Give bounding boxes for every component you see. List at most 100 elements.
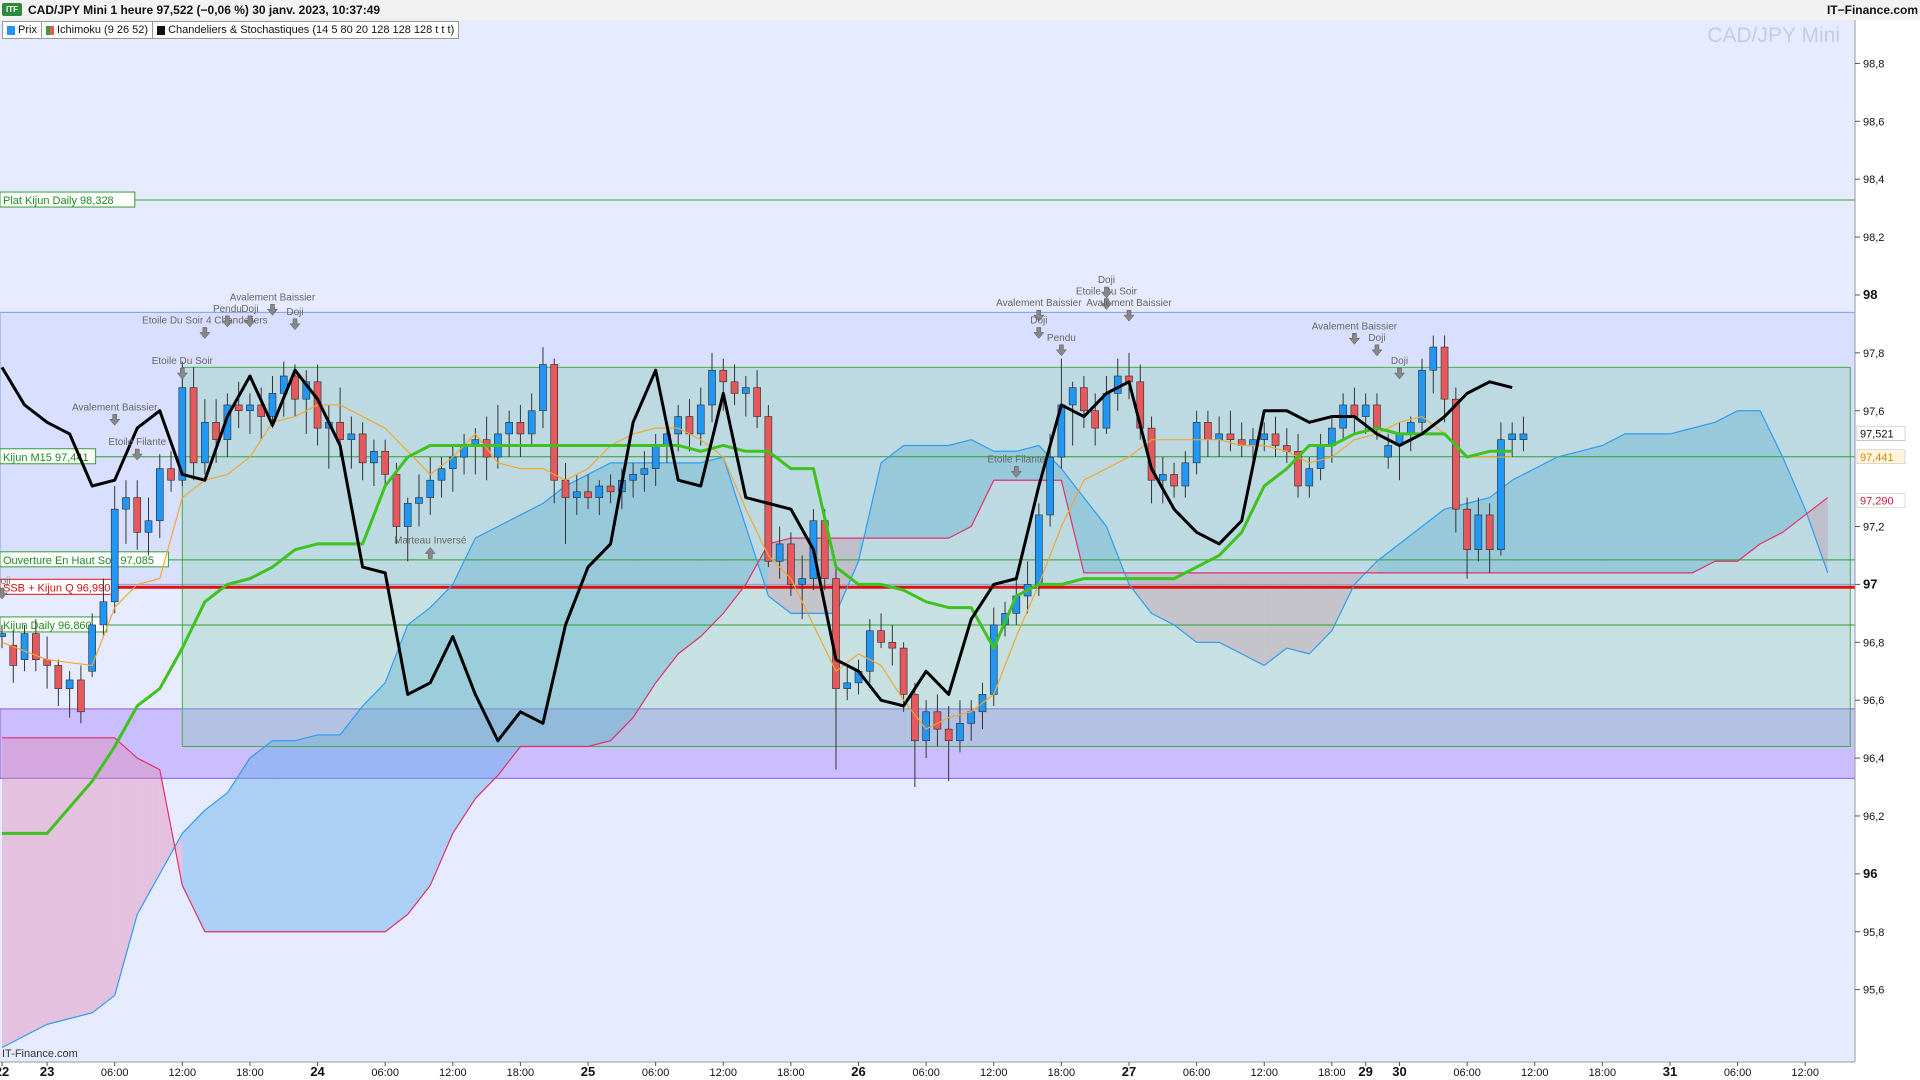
- candle-body: [550, 364, 559, 481]
- price-axis[interactable]: 98,8 98,6 98,4 98,2 98 97,8 97,6 97,2 97 96,8 96,6…: [1854, 20, 1920, 1062]
- candle-body: [1508, 433, 1516, 440]
- legend-label: Ichimoku (9 26 52): [56, 24, 149, 36]
- time-tick-label: 12:00: [1521, 1067, 1549, 1079]
- candle-body: [370, 450, 378, 464]
- candle-body: [1249, 439, 1257, 446]
- candle[interactable]: [1035, 503, 1043, 596]
- time-axis-bg: [0, 1062, 1920, 1080]
- candle-body: [899, 647, 908, 695]
- time-tick-label: 24: [310, 1064, 325, 1079]
- candle-body: [674, 416, 683, 435]
- level-label: SSB + Kijun Q 96,990: [0, 578, 119, 595]
- candle-body: [122, 497, 130, 510]
- candle-body: [989, 624, 998, 695]
- time-axis[interactable]: 22 23 06:00 12:00 18:00 24 06:00 12:00 18:00 25 06…: [0, 1061, 1920, 1080]
- candle-body: [1181, 462, 1190, 487]
- candle[interactable]: [1497, 422, 1505, 556]
- candle-body: [437, 468, 446, 481]
- time-tick-label: 12:00: [1791, 1067, 1819, 1079]
- candle-body: [730, 381, 739, 394]
- time-tick-label: 18:00: [1318, 1067, 1346, 1079]
- level-label-text: SSB + Kijun Q 96,990: [3, 582, 110, 594]
- candle-body: [110, 508, 119, 603]
- candle[interactable]: [1418, 358, 1426, 434]
- price-marker-label: 97,441: [1860, 452, 1894, 464]
- price-tick-label: 96: [1863, 866, 1877, 881]
- candle-body: [1091, 410, 1099, 429]
- price-tick-label: 98,4: [1863, 174, 1884, 186]
- candle-body: [539, 364, 547, 412]
- candle-body: [1361, 404, 1370, 417]
- pattern-label: Doji: [1391, 356, 1408, 367]
- price-tick-label: 97,2: [1863, 522, 1884, 534]
- candle-body: [77, 679, 85, 713]
- pattern-label: Pendu: [213, 304, 242, 315]
- candle-body: [1373, 404, 1381, 429]
- price-tick-label: 98,2: [1863, 232, 1884, 244]
- legend-item-prix[interactable]: Prix: [3, 22, 42, 38]
- legend-item-chandeliers[interactable]: Chandeliers & Stochastiques (14 5 80 20 …: [153, 22, 458, 38]
- pattern-label: Etoile Filante: [108, 437, 166, 448]
- price-tick-label: 95,8: [1863, 927, 1884, 939]
- price-marker-label: 97,290: [1860, 495, 1894, 507]
- candle-body: [133, 497, 142, 533]
- pattern-label: Avalement Baissier: [1312, 321, 1398, 332]
- candle-body: [1068, 387, 1077, 406]
- candle-body: [1519, 433, 1528, 440]
- price-tick-label: 97,6: [1863, 406, 1884, 418]
- candle-body: [1170, 474, 1178, 487]
- candle-body: [584, 491, 592, 498]
- price-tick-label: 96,6: [1863, 695, 1884, 707]
- candle-body: [347, 433, 356, 440]
- level-label-text: Kijun Daily 96,860: [3, 620, 92, 632]
- candle-body: [246, 404, 254, 412]
- candle-body: [1418, 369, 1426, 423]
- candle-body: [1102, 393, 1111, 429]
- time-tick-label: 23: [40, 1064, 54, 1079]
- price-tick-label: 96,2: [1863, 811, 1884, 823]
- price-tick-label: 98,8: [1863, 58, 1884, 70]
- candle-body: [1260, 433, 1269, 440]
- pattern-label: Doji: [1368, 333, 1385, 344]
- symbol-watermark: CAD/JPY Mini: [1707, 24, 1840, 47]
- candle-body: [381, 450, 389, 475]
- pattern-label: Avalement Baissier: [72, 402, 158, 413]
- pattern-label: Etoile Filante: [987, 454, 1045, 465]
- legend-item-ichimoku[interactable]: Ichimoku (9 26 52): [42, 22, 154, 38]
- candle-body: [392, 474, 401, 527]
- time-tick-label: 18:00: [507, 1067, 535, 1079]
- time-tick-label: 18:00: [1589, 1067, 1617, 1079]
- candle-body: [426, 479, 435, 498]
- candle-body: [65, 679, 74, 689]
- candle-body: [865, 630, 874, 672]
- pattern-label: Avalement Baissier: [1086, 298, 1172, 309]
- footer-brand: IT-Finance.com: [2, 1048, 78, 1060]
- candle-body: [1350, 404, 1359, 417]
- time-tick-label: 27: [1122, 1064, 1136, 1079]
- candle-body: [651, 445, 660, 469]
- price-chart[interactable]: Plat Kijun Daily 98,328 Kijun M15 97,441 O…: [0, 0, 1920, 1080]
- time-tick-label: 12:00: [980, 1067, 1008, 1079]
- candle-body: [1452, 398, 1460, 510]
- candle[interactable]: [764, 404, 773, 568]
- pattern-label: Avalement Baissier: [230, 292, 316, 303]
- pattern-label: Doji: [1030, 315, 1047, 326]
- candle-body: [1429, 346, 1438, 371]
- price-tick-label: 97: [1863, 576, 1877, 591]
- price-marker: 97,521: [1856, 426, 1906, 441]
- candle-body: [956, 723, 964, 742]
- cloud-segment: [317, 734, 341, 932]
- level-label: Plat Kijun Daily 98,328: [0, 191, 136, 208]
- candle-body: [696, 404, 705, 435]
- cloud-segment: [204, 792, 228, 932]
- candle-body: [144, 520, 153, 533]
- cloud-segment: [47, 737, 93, 1025]
- candle-body: [877, 630, 885, 643]
- candle-body: [1046, 456, 1054, 516]
- candle-body: [20, 633, 29, 660]
- candle-body: [155, 468, 164, 522]
- time-tick-label: 29: [1358, 1064, 1372, 1079]
- time-tick-label: 06:00: [1183, 1067, 1211, 1079]
- candle-body: [640, 468, 649, 475]
- candle-body: [1384, 445, 1393, 458]
